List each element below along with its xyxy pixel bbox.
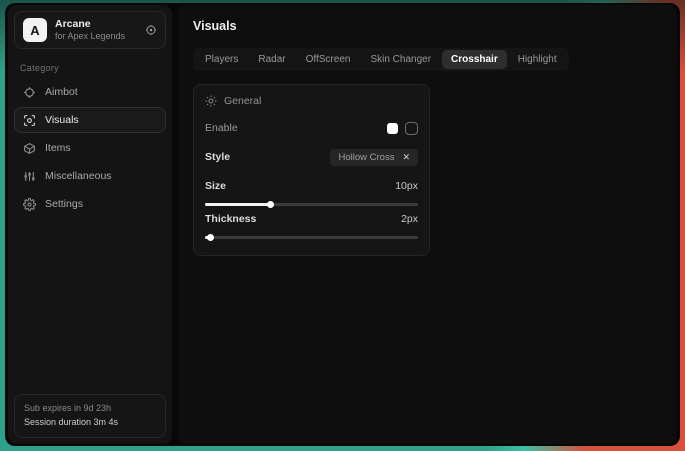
sidebar-item-label: Aimbot bbox=[45, 86, 78, 98]
style-selected-value: Hollow Cross bbox=[338, 152, 394, 163]
sidebar-item-label: Settings bbox=[45, 198, 83, 210]
size-label: Size bbox=[205, 180, 226, 192]
sidebar-item-label: Miscellaneous bbox=[45, 170, 112, 182]
thickness-value: 2px bbox=[401, 213, 418, 225]
app-window: A Arcane for Apex Legends Category bbox=[5, 3, 680, 446]
brand-logo: A bbox=[23, 18, 47, 42]
panel-title: General bbox=[224, 95, 261, 107]
style-select[interactable]: Hollow Cross ✕ bbox=[330, 149, 418, 166]
style-label: Style bbox=[205, 151, 230, 163]
visuals-tabbar: Players Radar OffScreen Skin Changer Cro… bbox=[193, 48, 569, 71]
brand-subtitle: for Apex Legends bbox=[55, 31, 137, 42]
sidebar: A Arcane for Apex Legends Category bbox=[8, 5, 172, 444]
size-slider[interactable] bbox=[205, 200, 418, 209]
tab-radar[interactable]: Radar bbox=[249, 50, 294, 69]
tab-skin-changer[interactable]: Skin Changer bbox=[361, 50, 440, 69]
thickness-label: Thickness bbox=[205, 213, 256, 225]
thickness-row: Thickness 2px bbox=[205, 209, 418, 229]
sliders-icon bbox=[23, 170, 36, 183]
sidebar-item-items[interactable]: Items bbox=[14, 135, 166, 161]
page-title: Visuals bbox=[193, 19, 662, 33]
sidebar-item-miscellaneous[interactable]: Miscellaneous bbox=[14, 163, 166, 189]
crosshair-icon bbox=[23, 86, 36, 99]
enable-row: Enable bbox=[205, 118, 418, 138]
color-swatch[interactable] bbox=[387, 123, 398, 134]
gear-icon bbox=[205, 95, 217, 107]
sidebar-item-label: Items bbox=[45, 142, 71, 154]
sidebar-item-visuals[interactable]: Visuals bbox=[14, 107, 166, 133]
clear-style-icon[interactable]: ✕ bbox=[402, 153, 410, 162]
gear-icon bbox=[23, 198, 36, 211]
tab-highlight[interactable]: Highlight bbox=[509, 50, 566, 69]
brand-card: A Arcane for Apex Legends bbox=[14, 11, 166, 49]
size-value: 10px bbox=[395, 180, 418, 192]
thickness-slider-thumb[interactable] bbox=[207, 234, 214, 241]
size-row: Size 10px bbox=[205, 176, 418, 196]
sidebar-nav: Aimbot Visuals Items bbox=[14, 79, 166, 217]
tab-offscreen[interactable]: OffScreen bbox=[297, 50, 360, 69]
scan-eye-icon bbox=[23, 114, 36, 127]
enable-checkbox[interactable] bbox=[405, 122, 418, 135]
brand-name: Arcane bbox=[55, 18, 137, 31]
cube-icon bbox=[23, 142, 36, 155]
session-duration-text: Session duration 3m 4s bbox=[24, 416, 156, 430]
size-slider-thumb[interactable] bbox=[267, 201, 274, 208]
category-label: Category bbox=[20, 63, 166, 73]
target-icon[interactable] bbox=[145, 24, 157, 36]
subscription-info-card: Sub expires in 9d 23h Session duration 3… bbox=[14, 394, 166, 438]
main-content: Visuals Players Radar OffScreen Skin Cha… bbox=[178, 5, 677, 444]
style-row: Style Hollow Cross ✕ bbox=[205, 147, 418, 167]
tab-players[interactable]: Players bbox=[196, 50, 247, 69]
general-panel: General Enable Style Hollow Cross ✕ Size… bbox=[193, 84, 430, 256]
sidebar-item-settings[interactable]: Settings bbox=[14, 191, 166, 217]
sidebar-item-aimbot[interactable]: Aimbot bbox=[14, 79, 166, 105]
sidebar-item-label: Visuals bbox=[45, 114, 79, 126]
tab-crosshair[interactable]: Crosshair bbox=[442, 50, 507, 69]
enable-label: Enable bbox=[205, 122, 238, 134]
sub-expires-text: Sub expires in 9d 23h bbox=[24, 402, 156, 416]
thickness-slider[interactable] bbox=[205, 233, 418, 242]
